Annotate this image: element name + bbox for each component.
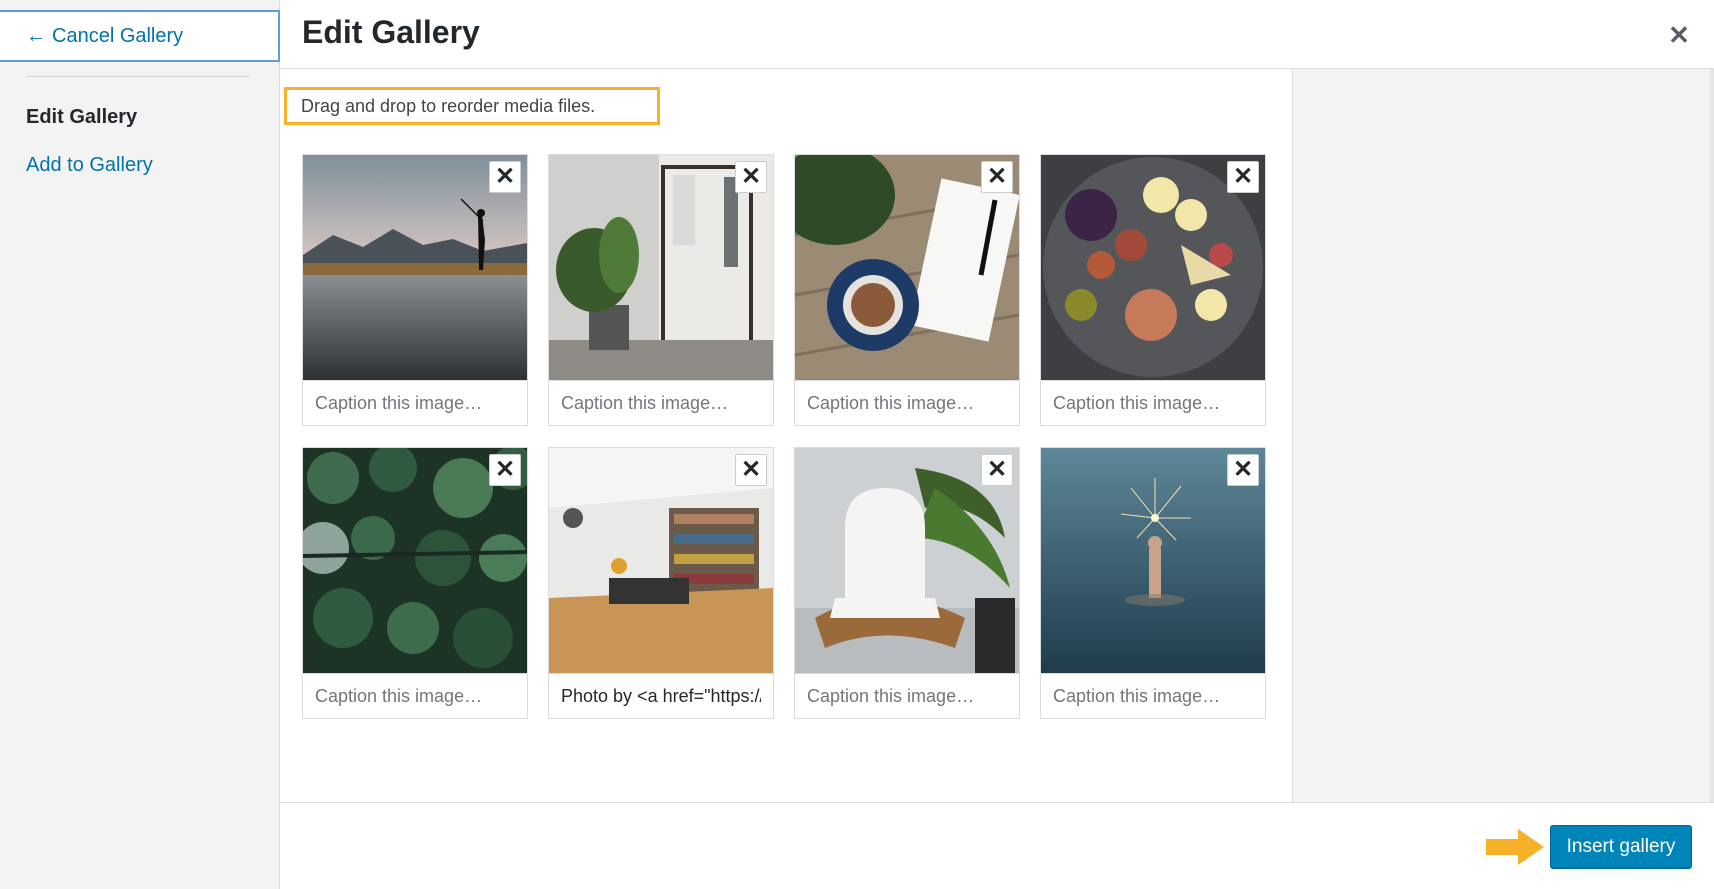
caption-input[interactable] (795, 380, 1019, 425)
close-icon[interactable]: ✕ (1664, 20, 1694, 50)
page-title: Edit Gallery (302, 14, 480, 50)
sidebar: ← Cancel Gallery Edit Gallery Add to Gal… (0, 0, 280, 889)
caption-input[interactable] (303, 673, 527, 718)
back-arrow-icon: ← (26, 24, 46, 47)
thumbnail-clothes-rack[interactable]: ✕ (549, 155, 773, 380)
sidebar-item-add-to-gallery[interactable]: Add to Gallery (26, 154, 153, 177)
remove-close-icon[interactable]: ✕ (981, 454, 1013, 486)
thumbnail-white-chair[interactable]: ✕ (795, 448, 1019, 673)
modal-header: Edit Gallery ✕ (280, 0, 1714, 69)
cancel-gallery-button[interactable]: ← Cancel Gallery (0, 10, 280, 62)
gallery-item[interactable]: ✕ (548, 447, 774, 719)
sidebar-divider (26, 76, 250, 77)
caption-input[interactable] (549, 380, 773, 425)
attachment-details-panel (1293, 69, 1714, 802)
caption-input[interactable] (549, 673, 773, 718)
remove-close-icon[interactable]: ✕ (1227, 161, 1259, 193)
remove-close-icon[interactable]: ✕ (735, 454, 767, 486)
gallery-item[interactable]: ✕ (1040, 447, 1266, 719)
sidebar-item-edit-gallery[interactable]: Edit Gallery (26, 106, 137, 129)
thumbnail-fisherman[interactable]: ✕ (303, 155, 527, 380)
media-toolbar: Insert gallery (280, 802, 1714, 889)
reorder-instructions: Drag and drop to reorder media files. (284, 87, 660, 125)
remove-close-icon[interactable]: ✕ (981, 161, 1013, 193)
caption-input[interactable] (795, 673, 1019, 718)
gallery-item[interactable]: ✕ (794, 447, 1020, 719)
remove-close-icon[interactable]: ✕ (489, 161, 521, 193)
thumbnail-living-room[interactable]: ✕ (549, 448, 773, 673)
cancel-gallery-label: Cancel Gallery (52, 24, 184, 47)
scrollbar[interactable] (1710, 69, 1714, 802)
gallery-item[interactable]: ✕ (1040, 154, 1266, 426)
caption-input[interactable] (303, 380, 527, 425)
gallery-content: Drag and drop to reorder media files. ✕ (280, 69, 1293, 802)
thumbnail-sparkler-sea[interactable]: ✕ (1041, 448, 1265, 673)
gallery-item[interactable]: ✕ (302, 447, 528, 719)
gallery-item[interactable]: ✕ (794, 154, 1020, 426)
remove-close-icon[interactable]: ✕ (1227, 454, 1259, 486)
thumbnail-coffee[interactable]: ✕ (795, 155, 1019, 380)
insert-gallery-button[interactable]: Insert gallery (1550, 825, 1692, 869)
gallery-item[interactable]: ✕ (302, 154, 528, 426)
arrow-right-icon (1486, 829, 1544, 865)
thumbnail-food-platter[interactable]: ✕ (1041, 155, 1265, 380)
remove-close-icon[interactable]: ✕ (735, 161, 767, 193)
thumbnail-aerial-forest[interactable]: ✕ (303, 448, 527, 673)
remove-close-icon[interactable]: ✕ (489, 454, 521, 486)
caption-input[interactable] (1041, 380, 1265, 425)
caption-input[interactable] (1041, 673, 1265, 718)
gallery-item[interactable]: ✕ (548, 154, 774, 426)
